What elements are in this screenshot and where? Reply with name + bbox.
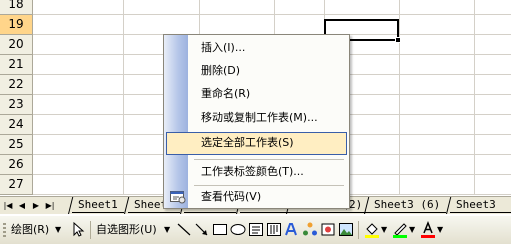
chevron-down-icon: ▼ xyxy=(164,225,171,234)
picture-icon[interactable] xyxy=(338,221,354,238)
row[interactable]: 19 xyxy=(0,15,511,35)
row[interactable]: 18 xyxy=(0,0,511,15)
line-color-icon[interactable] xyxy=(392,221,408,238)
drawing-toolbar: 绘图(R) ▼ 自选图形(U) ▼ ▼ ▼ ▼ xyxy=(0,215,511,244)
menu-item-tab-color[interactable]: 工作表标签颜色(T)... xyxy=(166,161,347,184)
diagram-icon[interactable] xyxy=(302,221,318,238)
sheet-tab-context-menu: 插入(I)... 删除(D) 重命名(R) 移动或复制工作表(M)... 选定全… xyxy=(163,34,350,209)
sheet-tab[interactable]: Sheet3 (6) xyxy=(368,197,447,213)
sheet-tab[interactable]: Sheet3 (5) xyxy=(450,197,511,227)
previous-sheet-icon[interactable]: ◀ xyxy=(16,200,28,212)
menu-item-label: 查看代码(V) xyxy=(201,190,262,203)
arrow-icon[interactable] xyxy=(194,221,210,238)
menu-item-label: 移动或复制工作表(M)... xyxy=(201,111,318,124)
menu-item-label: 工作表标签颜色(T)... xyxy=(201,165,304,178)
chevron-down-icon[interactable]: ▼ xyxy=(437,223,443,237)
fill-color-icon[interactable] xyxy=(364,221,380,238)
autoshapes-menu-button[interactable]: 自选图形(U) xyxy=(96,223,157,237)
chevron-down-icon: ▼ xyxy=(55,225,62,234)
row-header[interactable]: 21 xyxy=(0,55,33,75)
row-header[interactable]: 18 xyxy=(0,0,33,15)
row-header[interactable]: 20 xyxy=(0,35,33,55)
last-sheet-icon[interactable]: ▶| xyxy=(44,200,56,212)
line-icon[interactable] xyxy=(176,221,192,238)
wordart-icon[interactable] xyxy=(284,221,300,238)
sheet-tab[interactable]: Sheet1 xyxy=(72,197,124,213)
toolbar-grip[interactable] xyxy=(3,223,6,239)
textbox-icon[interactable] xyxy=(248,221,264,238)
row-header[interactable]: 24 xyxy=(0,115,33,135)
row-header-selected[interactable]: 19 xyxy=(0,15,33,35)
menu-item-select-all-sheets[interactable]: 选定全部工作表(S) xyxy=(166,132,347,155)
oval-icon[interactable] xyxy=(230,221,246,238)
fill-handle[interactable] xyxy=(395,37,401,43)
menu-item-view-code[interactable]: 查看代码(V) xyxy=(166,186,347,209)
menu-item-label: 删除(D) xyxy=(201,64,241,77)
chevron-down-icon[interactable]: ▼ xyxy=(409,223,415,237)
next-sheet-icon[interactable]: ▶ xyxy=(30,200,42,212)
chevron-down-icon[interactable]: ▼ xyxy=(381,223,387,237)
toolbar-separator xyxy=(90,221,91,239)
menu-separator xyxy=(194,159,344,160)
menu-item-label: 重命名(R) xyxy=(201,87,251,100)
menu-item-insert[interactable]: 插入(I)... xyxy=(166,37,347,60)
font-color-icon[interactable] xyxy=(420,220,436,238)
select-objects-icon[interactable] xyxy=(70,221,86,238)
menu-item-label: 插入(I)... xyxy=(201,41,246,54)
view-code-icon xyxy=(170,190,186,204)
row-header[interactable]: 27 xyxy=(0,175,33,195)
menu-item-delete[interactable]: 删除(D) xyxy=(166,60,347,83)
row-header[interactable]: 23 xyxy=(0,95,33,115)
menu-item-label: 选定全部工作表(S) xyxy=(201,136,294,149)
clipart-icon[interactable] xyxy=(320,221,336,238)
first-sheet-icon[interactable]: |◀ xyxy=(2,200,14,212)
vertical-textbox-icon[interactable] xyxy=(266,221,282,238)
menu-item-move-or-copy[interactable]: 移动或复制工作表(M)... xyxy=(166,107,347,130)
row-header[interactable]: 26 xyxy=(0,155,33,175)
toolbar-separator xyxy=(358,221,359,239)
draw-menu-button[interactable]: 绘图(R) xyxy=(11,223,49,237)
rectangle-icon[interactable] xyxy=(212,221,228,238)
row-header[interactable]: 25 xyxy=(0,135,33,155)
row-header[interactable]: 22 xyxy=(0,75,33,95)
menu-item-rename[interactable]: 重命名(R) xyxy=(166,83,347,106)
